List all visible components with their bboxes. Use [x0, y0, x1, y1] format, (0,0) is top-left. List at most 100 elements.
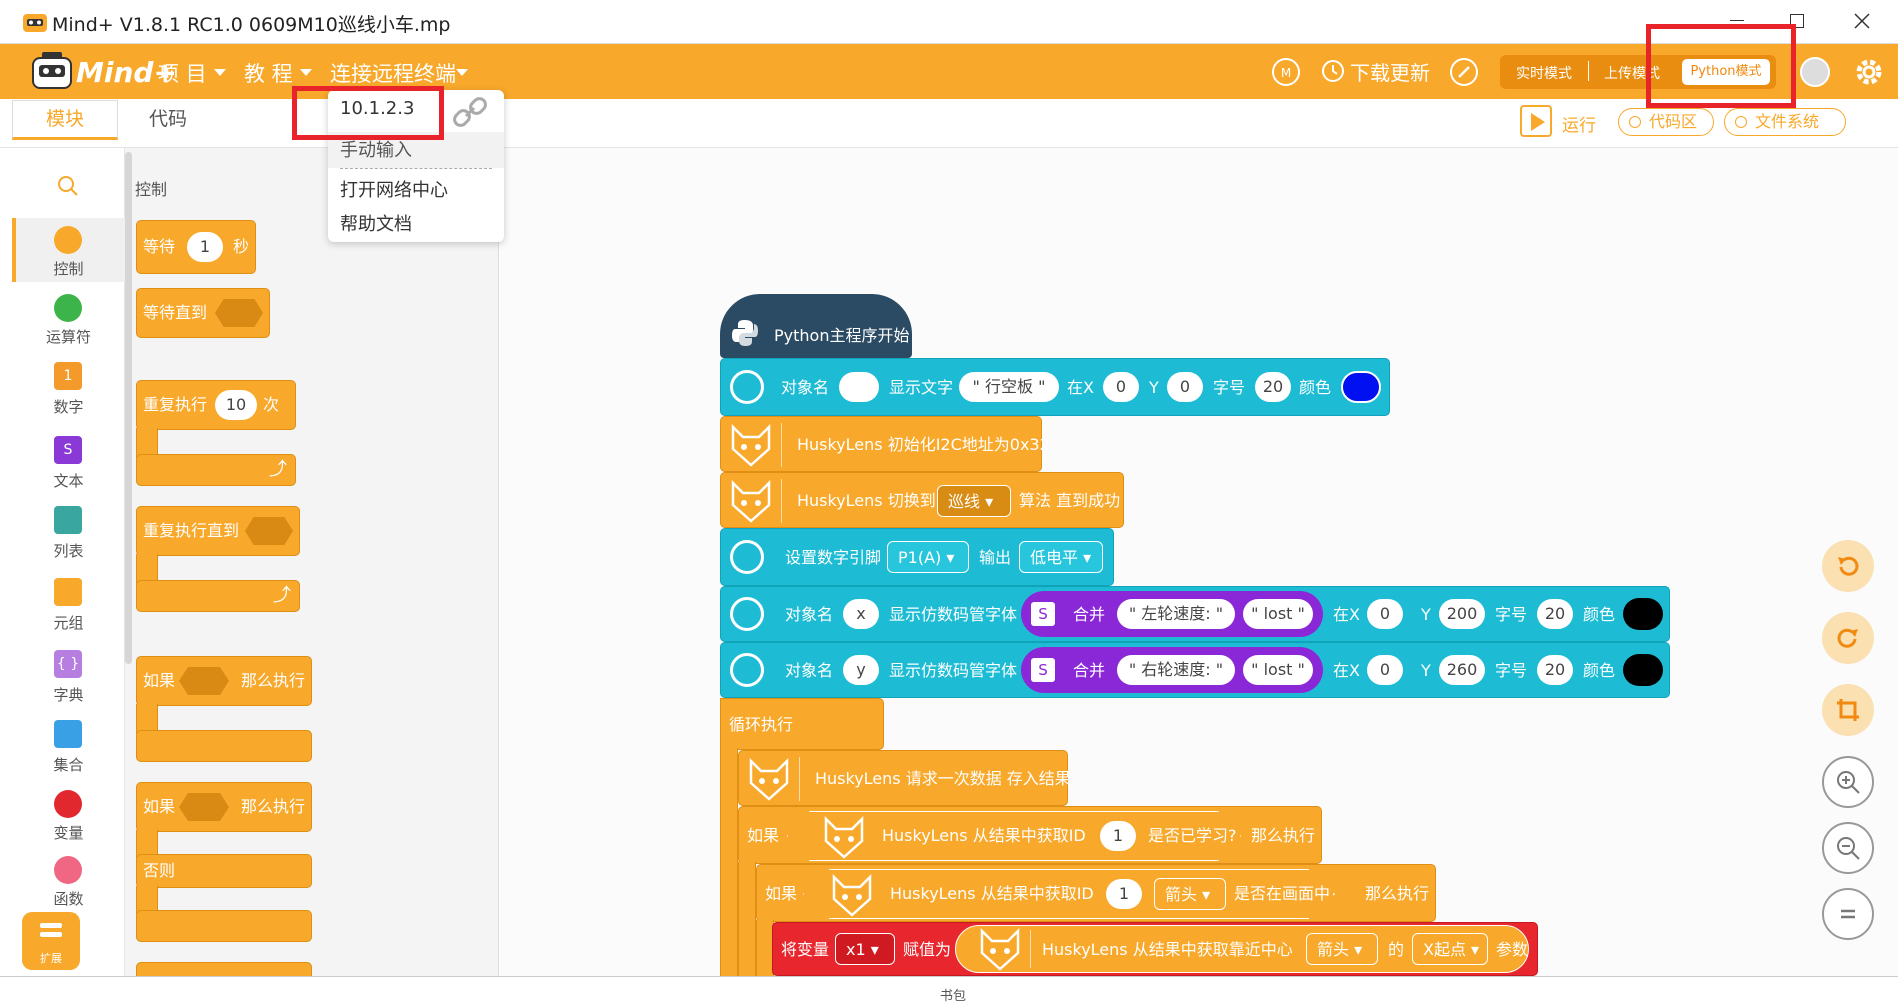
x-input[interactable]: 0: [1367, 599, 1403, 629]
color-swatch[interactable]: [1623, 654, 1663, 686]
gear-icon[interactable]: [1853, 56, 1885, 88]
close-window-button[interactable]: [1854, 13, 1870, 29]
category-label: 文本: [53, 472, 84, 490]
y-input[interactable]: 200: [1439, 599, 1485, 629]
category-item[interactable]: S 文本: [12, 434, 125, 490]
then-label: 那么执行: [1365, 884, 1430, 903]
pin-dropdown[interactable]: P1(A) ▾: [887, 541, 969, 573]
category-item[interactable]: 元组: [12, 576, 125, 632]
huskylens-init-block[interactable]: HuskyLens 初始化I2C地址为0x32: [720, 416, 1050, 472]
size-input[interactable]: 20: [1537, 599, 1573, 629]
color-swatch[interactable]: [1341, 371, 1381, 403]
forever-loop-block[interactable]: 循环执行: [720, 698, 884, 750]
get-nearest-reporter[interactable]: HuskyLens 从结果中获取靠近中心 箭头 ▾ 的 X起点 ▾ 参数: [955, 925, 1529, 973]
zoom-in-button[interactable]: [1822, 756, 1874, 808]
category-item[interactable]: 1 数字: [12, 360, 125, 416]
extensions-button[interactable]: 扩展: [22, 912, 80, 970]
run-icon[interactable]: [1520, 105, 1552, 137]
undo-button[interactable]: [1822, 540, 1874, 592]
avatar[interactable]: [1800, 57, 1830, 87]
id-input[interactable]: 1: [1100, 821, 1136, 851]
crop-button[interactable]: [1822, 684, 1874, 736]
zoom-out-button[interactable]: [1822, 822, 1874, 874]
category-item[interactable]: 变量: [12, 786, 125, 842]
y-input[interactable]: 0: [1167, 372, 1203, 402]
type-dropdown[interactable]: 箭头 ▾: [1154, 878, 1226, 910]
repeat-until-block[interactable]: 重复执行直到: [136, 506, 300, 556]
help-docs-item[interactable]: 帮助文档: [340, 210, 412, 236]
file-system-button[interactable]: 文件系统: [1724, 108, 1846, 136]
category-item[interactable]: { } 字典: [12, 648, 125, 704]
palette-scrollbar[interactable]: [125, 152, 132, 664]
wait-seconds-input[interactable]: 1: [187, 232, 223, 262]
x-input[interactable]: 0: [1367, 655, 1403, 685]
repeat-block[interactable]: 重复执行 10 次: [136, 380, 296, 430]
objname-input[interactable]: [839, 372, 879, 402]
display-text-block[interactable]: 对象名 显示文字 " 行空板 " 在X 0 Y 0 字号 20 颜色: [720, 358, 1390, 416]
objname-input[interactable]: x: [843, 599, 879, 629]
redo-button[interactable]: [1822, 612, 1874, 664]
reset-zoom-button[interactable]: [1822, 888, 1874, 940]
menu-connect-remote[interactable]: 连接远程终端: [330, 58, 456, 88]
display-seg-text-block-y[interactable]: 对象名 y 显示仿数码管字体 S 合并 " 右轮速度: " " lost " 在…: [720, 642, 1670, 698]
objname-input[interactable]: y: [843, 655, 879, 685]
join-b-input[interactable]: " lost ": [1243, 599, 1313, 629]
id-input[interactable]: 1: [1106, 879, 1142, 909]
learned-condition[interactable]: HuskyLens 从结果中获取ID 1 是否已学习?: [787, 811, 1241, 861]
search-icon[interactable]: [56, 174, 80, 198]
set-variable-block[interactable]: 将变量 x1 ▾ 赋值为 HuskyLens 从结果中获取靠近中心 箭头 ▾ 的…: [772, 922, 1538, 976]
category-item[interactable]: 控制: [12, 222, 125, 278]
onscreen-condition[interactable]: HuskyLens 从结果中获取ID 1 箭头 ▾ 是否在画面中?: [803, 869, 1335, 919]
boolean-slot[interactable]: [179, 793, 229, 821]
if-then-block[interactable]: 如果 那么执行: [136, 656, 312, 706]
open-network-center-item[interactable]: 打开网络中心: [340, 176, 448, 202]
category-item[interactable]: 运算符: [12, 290, 125, 346]
python-main-hat-block[interactable]: Python主程序开始: [720, 294, 912, 358]
category-item[interactable]: 函数: [12, 852, 125, 908]
size-input[interactable]: 20: [1537, 655, 1573, 685]
type-dropdown[interactable]: 箭头 ▾: [1306, 933, 1378, 965]
category-item[interactable]: 集合: [12, 718, 125, 774]
x-input[interactable]: 0: [1103, 372, 1139, 402]
wait-until-block[interactable]: 等待直到: [136, 288, 270, 338]
community-icon[interactable]: M: [1270, 56, 1302, 88]
boolean-slot[interactable]: [215, 299, 263, 327]
tab-code[interactable]: 代码: [118, 100, 218, 140]
color-swatch[interactable]: [1623, 598, 1663, 630]
size-input[interactable]: 20: [1255, 372, 1291, 402]
backpack-bar[interactable]: 书包: [0, 976, 1898, 1007]
algorithm-dropdown[interactable]: 巡线 ▾: [937, 485, 1011, 517]
join-block[interactable]: S 合并 " 左轮速度: " " lost ": [1021, 591, 1323, 637]
param-dropdown[interactable]: X起点 ▾: [1412, 933, 1488, 965]
join-a-input[interactable]: " 右轮速度: ": [1117, 655, 1235, 685]
boolean-slot[interactable]: [179, 667, 229, 695]
join-a-input[interactable]: " 左轮速度: ": [1117, 599, 1235, 629]
download-update-button[interactable]: 下载更新: [1350, 57, 1430, 86]
if-learned-block[interactable]: 如果 HuskyLens 从结果中获取ID 1 是否已学习? 那么执行: [738, 806, 1322, 864]
text-input[interactable]: " 行空板 ": [959, 372, 1059, 402]
menu-project[interactable]: 项 目: [158, 58, 207, 88]
join-b-input[interactable]: " lost ": [1243, 655, 1313, 685]
huskylens-request-block[interactable]: HuskyLens 请求一次数据 存入结果: [738, 750, 1071, 806]
join-block[interactable]: S 合并 " 右轮速度: " " lost ": [1021, 647, 1323, 693]
level-dropdown[interactable]: 低电平 ▾: [1019, 541, 1103, 573]
link-icon[interactable]: [450, 96, 490, 130]
edit-icon[interactable]: [1448, 56, 1480, 88]
boolean-slot[interactable]: [245, 517, 293, 545]
realtime-mode-button[interactable]: 实时模式: [1516, 63, 1572, 83]
set-digital-pin-block[interactable]: 设置数字引脚 P1(A) ▾ 输出 低电平 ▾: [720, 528, 1114, 586]
repeat-count-input[interactable]: 10: [215, 390, 257, 420]
menu-tutorial[interactable]: 教 程: [244, 58, 293, 88]
if-else-block[interactable]: 如果 那么执行: [136, 782, 312, 832]
run-button[interactable]: 运行: [1562, 111, 1596, 136]
y-input[interactable]: 260: [1439, 655, 1485, 685]
display-seg-text-block-x[interactable]: 对象名 x 显示仿数码管字体 S 合并 " 左轮速度: " " lost " 在…: [720, 586, 1670, 642]
tab-blocks[interactable]: 模块: [12, 100, 118, 140]
wait-block[interactable]: 等待 1 秒: [136, 220, 256, 274]
if-onscreen-block[interactable]: 如果 HuskyLens 从结果中获取ID 1 箭头 ▾ 是否在画面中? 那么执…: [756, 864, 1436, 922]
variable-dropdown[interactable]: x1 ▾: [835, 933, 895, 965]
code-area-button[interactable]: 代码区: [1618, 108, 1714, 136]
huskylens-switch-block[interactable]: HuskyLens 切换到 巡线 ▾ 算法 直到成功: [720, 472, 1124, 528]
toggle-icon: [1735, 116, 1747, 128]
category-item[interactable]: 列表: [12, 504, 125, 560]
